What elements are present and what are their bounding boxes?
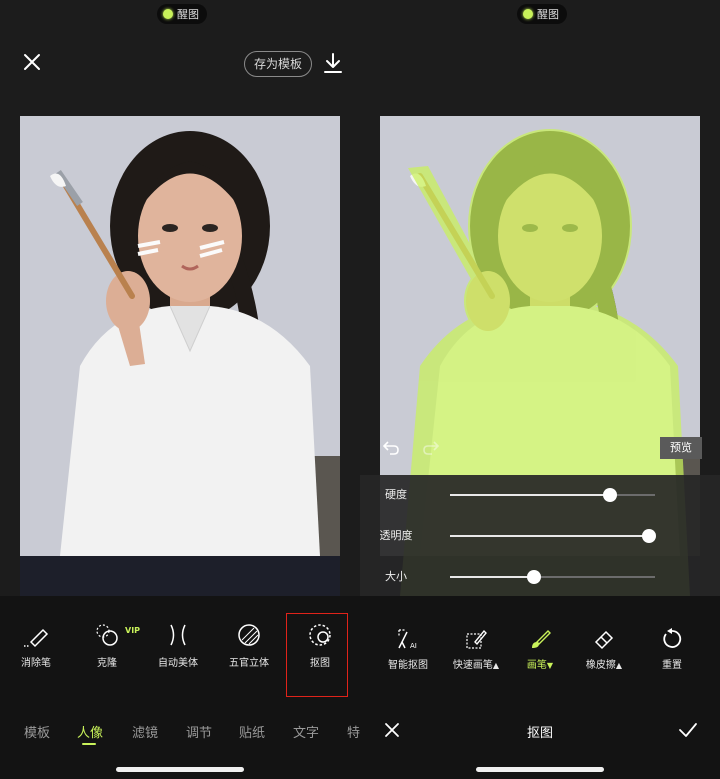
tool-label: 重置	[662, 660, 682, 671]
cutout-tool-bar: AI 智能抠图 快速画笔▲ 画笔▼ 橡皮擦▲ 重置	[360, 596, 720, 708]
category-tabs: 模板 人像 滤镜 调节 贴纸 文字 特	[0, 708, 360, 752]
tab-templates[interactable]: 模板	[24, 722, 50, 741]
brand-logo-icon	[163, 9, 173, 19]
slider-label: 大小	[385, 570, 407, 583]
clone-icon	[96, 624, 118, 646]
confirm-check-icon[interactable]	[678, 722, 698, 738]
vip-badge: VIP	[125, 626, 141, 635]
bottom-area	[360, 752, 720, 779]
auto-body-icon	[170, 624, 186, 646]
tool-label: 智能抠图	[388, 660, 428, 671]
brand-name: 醒图	[177, 8, 199, 21]
highlight-box	[286, 613, 348, 697]
bottom-area	[0, 752, 360, 779]
download-icon[interactable]	[323, 52, 343, 74]
tab-stickers[interactable]: 贴纸	[239, 722, 265, 741]
home-indicator	[116, 767, 244, 772]
tab-text[interactable]: 文字	[293, 722, 319, 741]
tool-label: 消除笔	[21, 658, 51, 669]
slider-track[interactable]	[450, 488, 655, 502]
tab-adjust[interactable]: 调节	[186, 722, 212, 741]
caret-up-icon: ▲	[615, 661, 623, 670]
slider-label: 透明度	[379, 529, 413, 542]
smart-cutout-icon: AI	[398, 629, 417, 650]
portrait-photo	[20, 116, 340, 596]
left-editor-panel: 醒图 存为模板 消除笔 克隆 VIP 自动美体 五官立体 抠图 模板 人像 滤镜…	[0, 0, 360, 779]
mode-title: 抠图	[526, 726, 553, 741]
tool-brush[interactable]: 画笔▼	[504, 628, 576, 671]
face-contour-icon	[238, 624, 260, 646]
eraser-pen-icon	[24, 628, 49, 648]
preview-button[interactable]: 预览	[660, 437, 702, 459]
tool-quick-brush[interactable]: 快速画笔▲	[440, 628, 512, 671]
cutout-footer: 抠图	[360, 708, 720, 752]
slider-size[interactable]: 大小	[360, 567, 720, 587]
undo-icon[interactable]	[382, 440, 400, 456]
quick-brush-icon	[466, 629, 487, 649]
slider-fill	[450, 535, 649, 537]
brand-name: 醒图	[537, 8, 559, 21]
caret-down-icon: ▼	[546, 661, 554, 670]
brush-settings-panel: 硬度 透明度 大小	[360, 475, 720, 596]
brand-logo-icon	[523, 9, 533, 19]
redo-icon[interactable]	[422, 440, 440, 456]
tool-label: 克隆	[97, 658, 117, 669]
tool-eraser-pen[interactable]: 消除笔	[4, 622, 68, 669]
slider-fill	[450, 576, 535, 578]
active-tab-indicator	[82, 743, 96, 745]
slider-knob[interactable]	[602, 488, 617, 502]
slider-label: 硬度	[385, 488, 407, 501]
tab-filters[interactable]: 滤镜	[132, 722, 158, 741]
app-brand-badge: 醒图	[157, 4, 207, 24]
tool-label: 五官立体	[229, 658, 269, 669]
reset-icon	[663, 628, 682, 648]
eraser-icon	[594, 630, 614, 650]
close-icon[interactable]	[22, 52, 42, 72]
slider-knob[interactable]	[527, 570, 542, 584]
tool-smart-cutout[interactable]: AI 智能抠图	[372, 628, 444, 671]
tool-label: 橡皮擦	[585, 660, 616, 671]
slider-knob[interactable]	[641, 529, 656, 543]
caret-up-icon: ▲	[492, 661, 500, 670]
slider-opacity[interactable]: 透明度	[360, 526, 720, 546]
tab-portrait[interactable]: 人像	[77, 722, 103, 741]
tool-label: 画笔	[526, 660, 547, 671]
tool-auto-body[interactable]: 自动美体	[146, 622, 210, 669]
right-cutout-panel: 醒图 预览 硬度 透明度 大小 AI 智能抠图 快速画笔▲ 画笔▼ 橡皮擦▲ 重…	[360, 0, 720, 779]
tool-label: 自动美体	[158, 658, 198, 669]
app-brand-badge: 醒图	[517, 4, 567, 24]
tab-effects[interactable]: 特	[347, 722, 360, 741]
slider-fill	[450, 494, 610, 496]
svg-text:AI: AI	[410, 642, 417, 650]
tool-eraser[interactable]: 橡皮擦▲	[568, 628, 640, 671]
tool-face-contour[interactable]: 五官立体	[217, 622, 281, 669]
slider-track[interactable]	[450, 529, 656, 543]
brush-icon	[532, 630, 551, 648]
home-indicator	[476, 767, 604, 772]
save-template-button[interactable]: 存为模板	[244, 51, 313, 77]
tool-reset[interactable]: 重置	[636, 628, 708, 671]
slider-hardness[interactable]: 硬度	[360, 485, 720, 505]
tool-label: 快速画笔	[452, 660, 493, 671]
slider-track[interactable]	[450, 570, 655, 584]
